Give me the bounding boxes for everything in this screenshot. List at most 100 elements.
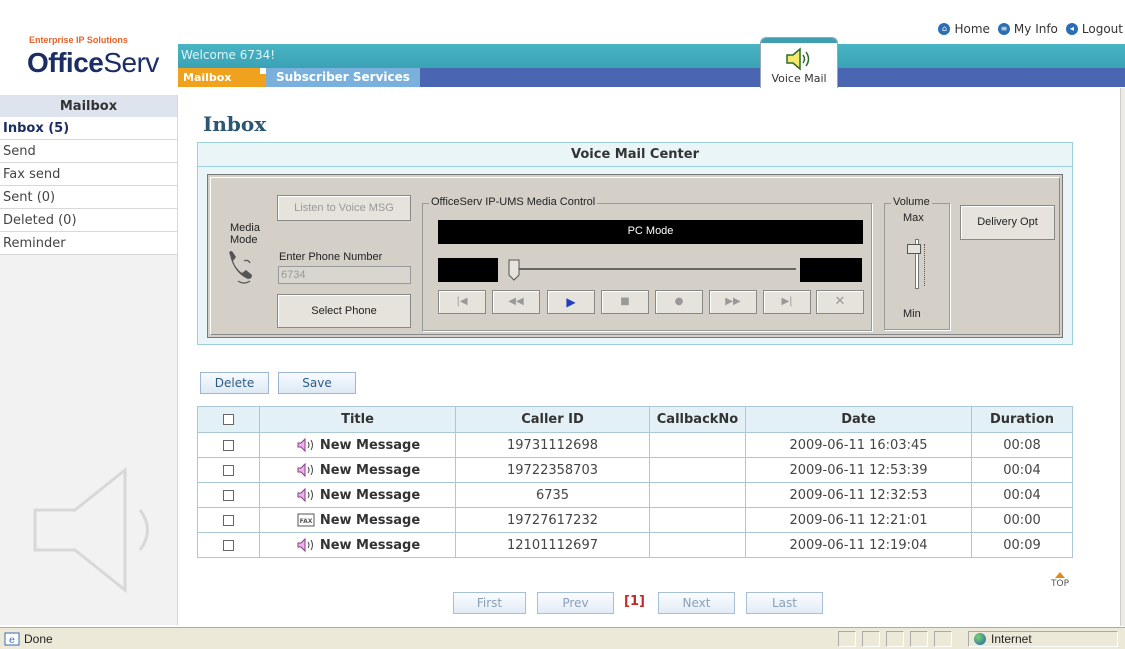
logout-link[interactable]: ◂ Logout [1065, 22, 1123, 36]
up-arrow-icon [1055, 572, 1065, 578]
rewind-button[interactable]: ◀◀ [492, 290, 540, 314]
last-page-button[interactable]: Last [746, 592, 823, 614]
home-link-label: Home [954, 22, 990, 36]
home-link[interactable]: ⌂ Home [938, 22, 990, 36]
table-row[interactable]: FAX New Message 19727617232 2009-06-11 12… [197, 507, 1073, 533]
voicemail-tab-label: Voice Mail [771, 72, 827, 85]
volume-slider-handle[interactable] [907, 244, 921, 254]
prev-page-button[interactable]: Prev [537, 592, 614, 614]
next-page-button[interactable]: Next [658, 592, 735, 614]
row-checkbox-cell [197, 457, 260, 483]
welcome-bar: Welcome 6734! [178, 44, 760, 68]
col-callback[interactable]: CallbackNo [649, 406, 746, 433]
col-title[interactable]: Title [259, 406, 456, 433]
status-cell [910, 631, 928, 647]
message-date: 2009-06-11 12:21:01 [745, 507, 972, 533]
row-checkbox[interactable] [223, 514, 234, 526]
status-text: e Done [4, 632, 53, 646]
fast-forward-button[interactable]: ▶▶ [709, 290, 757, 314]
table-row[interactable]: New Message 6735 2009-06-11 12:32:53 00:… [197, 482, 1073, 508]
tab-mailbox[interactable]: Mailbox [178, 68, 266, 87]
callback-number [649, 507, 746, 533]
seek-handle[interactable] [508, 259, 520, 281]
row-checkbox-cell [197, 432, 260, 458]
table-row[interactable]: New Message 19722358703 2009-06-11 12:53… [197, 457, 1073, 483]
callback-number [649, 482, 746, 508]
media-control-group: OfficeServ IP-UMS Media Control PC Mode … [422, 196, 872, 331]
status-cell [934, 631, 952, 647]
sidebar-item-sent[interactable]: Sent (0) [0, 186, 177, 209]
record-button[interactable]: ● [655, 290, 703, 314]
save-button[interactable]: Save [278, 372, 356, 394]
sidebar-item-inbox[interactable]: Inbox (5) [0, 117, 177, 140]
col-date[interactable]: Date [745, 406, 972, 433]
row-checkbox-cell [197, 532, 260, 558]
globe-icon [974, 633, 986, 645]
delivery-options-button[interactable]: Delivery Opt [960, 205, 1055, 240]
skip-start-button[interactable]: |◀ [438, 290, 486, 314]
voice-mail-center-panel: Voice Mail Center Media Mode Listen to V… [197, 142, 1073, 345]
mode-display: PC Mode [438, 220, 863, 244]
speaker-watermark-icon [33, 466, 149, 594]
select-phone-button[interactable]: Select Phone [277, 294, 411, 328]
fax-message-icon: FAX [297, 513, 315, 527]
sidebar-item-reminder[interactable]: Reminder [0, 232, 177, 255]
col-duration[interactable]: Duration [971, 406, 1073, 433]
back-to-top-link[interactable]: TOP [1051, 572, 1069, 589]
message-date: 2009-06-11 12:53:39 [745, 457, 972, 483]
sidebar-item-deleted[interactable]: Deleted (0) [0, 209, 177, 232]
sidebar-item-send[interactable]: Send [0, 140, 177, 163]
sidebar-item-fax-send[interactable]: Fax send [0, 163, 177, 186]
message-title-cell[interactable]: New Message [259, 457, 456, 483]
browser-status-bar: e Done Internet [0, 627, 1125, 649]
stop-button[interactable]: ■ [601, 290, 649, 314]
callback-number [649, 432, 746, 458]
listen-voice-msg-button[interactable]: Listen to Voice MSG [277, 195, 411, 221]
top-links: ⌂ Home ≡ My Info ◂ Logout [938, 22, 1123, 36]
brand-tagline: Enterprise IP Solutions [29, 35, 128, 45]
volume-caption: Volume [891, 196, 932, 208]
cut-button[interactable]: ✕ [816, 290, 864, 314]
select-all-checkbox[interactable] [223, 414, 234, 425]
vertical-scrollbar[interactable] [1120, 88, 1125, 626]
welcome-bar-right [838, 44, 1125, 68]
phone-number-field[interactable] [278, 266, 411, 284]
message-date: 2009-06-11 12:32:53 [745, 482, 972, 508]
row-checkbox[interactable] [223, 539, 234, 551]
message-title-cell[interactable]: New Message [259, 432, 456, 458]
row-checkbox-cell [197, 482, 260, 508]
sidebar-title: Mailbox [0, 95, 177, 117]
media-mode-label-1: Media [230, 222, 260, 234]
row-checkbox[interactable] [223, 489, 234, 501]
handset-icon[interactable] [226, 249, 256, 289]
table-row[interactable]: New Message 12101112697 2009-06-11 12:19… [197, 532, 1073, 558]
logout-icon: ◂ [1065, 23, 1078, 35]
tab-subscriber-services[interactable]: Subscriber Services [266, 68, 420, 87]
message-date: 2009-06-11 16:03:45 [745, 432, 972, 458]
voice-message-icon [297, 463, 313, 477]
row-checkbox[interactable] [223, 439, 234, 451]
message-title-cell[interactable]: New Message [259, 482, 456, 508]
skip-end-button[interactable]: ▶| [763, 290, 811, 314]
col-caller-id[interactable]: Caller ID [455, 406, 650, 433]
media-control-caption: OfficeServ IP-UMS Media Control [429, 196, 598, 208]
caller-id: 19722358703 [455, 457, 650, 483]
table-row[interactable]: New Message 19731112698 2009-06-11 16:03… [197, 432, 1073, 458]
status-cell [838, 631, 856, 647]
play-button[interactable]: ▶ [547, 290, 595, 314]
message-table-body: New Message 19731112698 2009-06-11 16:03… [197, 432, 1073, 558]
voicemail-tab[interactable]: Voice Mail [760, 37, 838, 88]
select-all-cell [197, 406, 260, 433]
first-page-button[interactable]: First [453, 592, 526, 614]
message-title: New Message [319, 437, 421, 453]
phone-number-label: Enter Phone Number [279, 251, 383, 263]
delete-button[interactable]: Delete [200, 372, 269, 394]
message-duration: 00:08 [971, 432, 1073, 458]
media-control-applet: Media Mode Listen to Voice MSG Enter Pho… [207, 174, 1063, 338]
sidebar: Mailbox Inbox (5) Send Fax send Sent (0)… [0, 95, 178, 625]
message-title-cell[interactable]: FAX New Message [259, 507, 456, 533]
message-title-cell[interactable]: New Message [259, 532, 456, 558]
elapsed-display [438, 258, 498, 282]
my-info-link[interactable]: ≡ My Info [997, 22, 1058, 36]
row-checkbox[interactable] [223, 464, 234, 476]
